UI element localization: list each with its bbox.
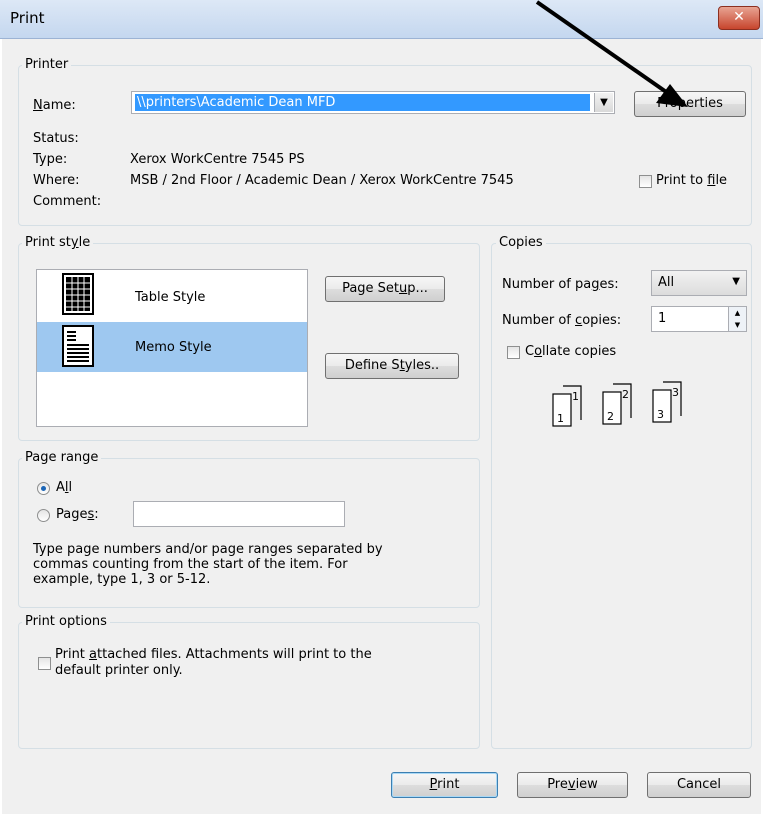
annotation-arrow-icon xyxy=(535,0,688,107)
